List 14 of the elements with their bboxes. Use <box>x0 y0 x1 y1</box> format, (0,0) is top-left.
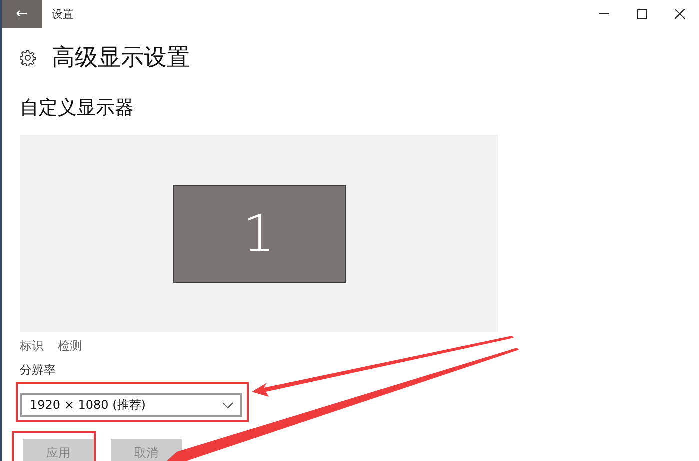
maximize-icon <box>637 9 647 19</box>
monitor-tile[interactable]: 1 <box>172 184 346 282</box>
link[interactable]: 检测 <box>58 338 82 355</box>
link[interactable]: 标识 <box>20 338 44 355</box>
section-title: 自定义显示器 <box>20 96 135 121</box>
resolution-label: 分辨率 <box>20 363 57 377</box>
close-icon <box>675 9 685 19</box>
page-title: 高级显示设置 <box>52 44 190 73</box>
resolution-dropdown[interactable]: 1920 × 1080 (推荐) <box>20 393 242 417</box>
window-title: 设置 <box>52 6 75 22</box>
back-button[interactable]: ← <box>2 0 42 28</box>
chevron-down-icon <box>222 402 234 408</box>
settings-icon <box>20 50 36 66</box>
minimize-icon <box>599 13 609 15</box>
